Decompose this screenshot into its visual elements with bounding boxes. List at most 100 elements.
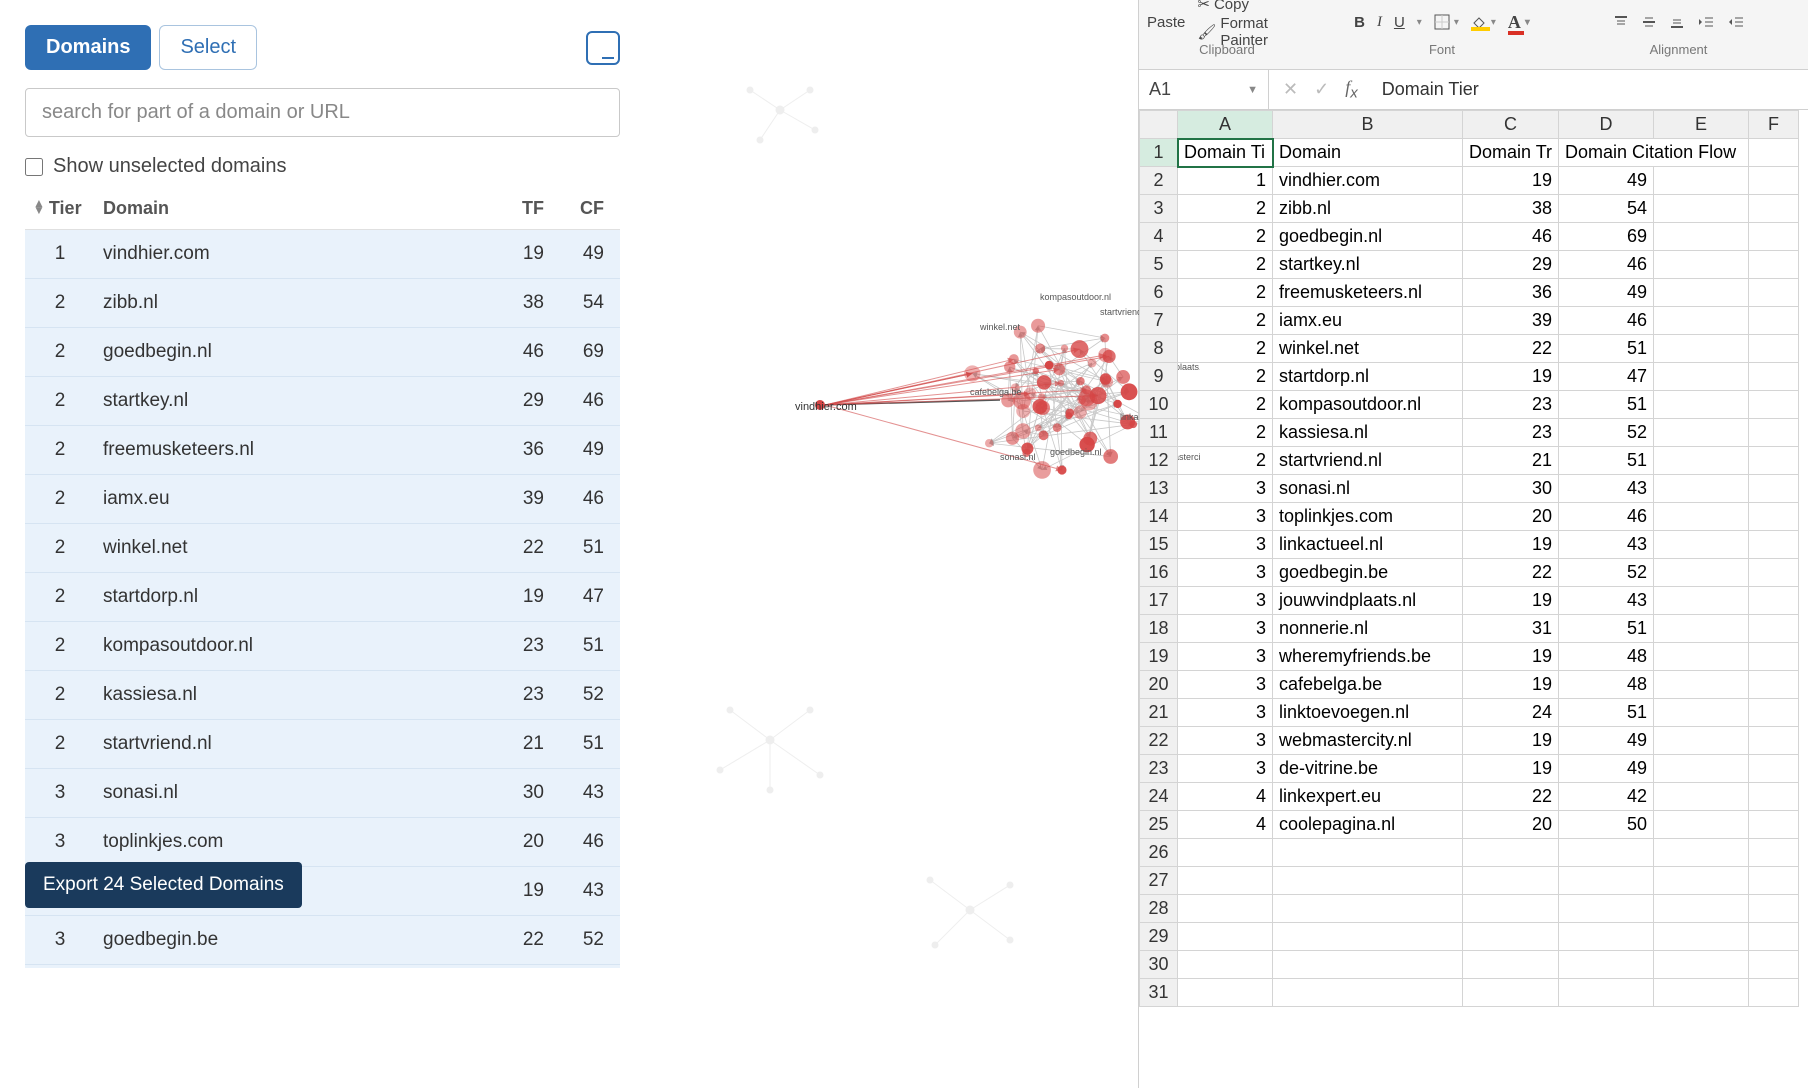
cell[interactable]: 23 bbox=[1463, 419, 1559, 447]
graph-canvas[interactable]: vindhier.com kompasoutdoor.nlstartvriend… bbox=[640, 0, 1138, 1088]
cell[interactable] bbox=[1559, 895, 1654, 923]
cell[interactable] bbox=[1654, 643, 1749, 671]
cell[interactable] bbox=[1749, 559, 1799, 587]
cell[interactable]: 2 bbox=[1178, 335, 1273, 363]
row-header[interactable]: 10 bbox=[1140, 391, 1178, 419]
cell[interactable]: Domain bbox=[1273, 139, 1463, 167]
table-row[interactable]: 3 toplinkjes.com 20 46 bbox=[25, 818, 620, 867]
row-header[interactable]: 30 bbox=[1140, 951, 1178, 979]
domain-table-scroll[interactable]: ▲▼Tier Domain TF CF 1 vindhier.com 19 49… bbox=[25, 188, 620, 968]
col-header-cf[interactable]: CF bbox=[560, 188, 620, 230]
cell[interactable]: 47 bbox=[1559, 363, 1654, 391]
row-header[interactable]: 3 bbox=[1140, 195, 1178, 223]
cell[interactable] bbox=[1273, 895, 1463, 923]
cell[interactable] bbox=[1749, 419, 1799, 447]
cell[interactable] bbox=[1654, 951, 1749, 979]
table-row[interactable]: 3 sonasi.nl 30 43 bbox=[25, 769, 620, 818]
formula-input[interactable]: Domain Tier bbox=[1372, 79, 1808, 100]
cell[interactable] bbox=[1749, 139, 1799, 167]
cell[interactable]: 43 bbox=[1559, 587, 1654, 615]
col-header-tier[interactable]: ▲▼Tier bbox=[25, 188, 95, 230]
cell[interactable] bbox=[1749, 699, 1799, 727]
row-header[interactable]: 29 bbox=[1140, 923, 1178, 951]
cell[interactable]: 46 bbox=[1559, 251, 1654, 279]
cell[interactable] bbox=[1749, 755, 1799, 783]
cell[interactable]: startvriend.nl bbox=[1273, 447, 1463, 475]
cell[interactable]: 19 bbox=[1463, 167, 1559, 195]
cell[interactable]: 42 bbox=[1559, 783, 1654, 811]
cell[interactable]: 2 bbox=[1178, 447, 1273, 475]
cell[interactable]: 3 bbox=[1178, 559, 1273, 587]
font-color-button[interactable]: A▾ bbox=[1508, 12, 1530, 33]
cell[interactable] bbox=[1654, 699, 1749, 727]
table-row[interactable]: 3 goedbegin.be 22 52 bbox=[25, 916, 620, 965]
cell[interactable] bbox=[1749, 811, 1799, 839]
cell[interactable]: webmastercity.nl bbox=[1273, 727, 1463, 755]
cell[interactable] bbox=[1654, 447, 1749, 475]
cell[interactable] bbox=[1463, 867, 1559, 895]
cell[interactable] bbox=[1559, 923, 1654, 951]
cell[interactable] bbox=[1463, 923, 1559, 951]
cell[interactable]: iamx.eu bbox=[1273, 307, 1463, 335]
cell[interactable]: 24 bbox=[1463, 699, 1559, 727]
cell[interactable] bbox=[1749, 867, 1799, 895]
italic-button[interactable]: I bbox=[1377, 14, 1382, 31]
cell[interactable]: 20 bbox=[1463, 503, 1559, 531]
dropdown-icon[interactable]: ▼ bbox=[1247, 84, 1258, 96]
bold-button[interactable]: B bbox=[1354, 14, 1365, 31]
cell[interactable] bbox=[1749, 503, 1799, 531]
cell[interactable]: de-vitrine.be bbox=[1273, 755, 1463, 783]
cell[interactable] bbox=[1654, 167, 1749, 195]
cell[interactable]: 22 bbox=[1463, 559, 1559, 587]
cell[interactable]: jouwvindplaats.nl bbox=[1273, 587, 1463, 615]
cell[interactable]: 51 bbox=[1559, 335, 1654, 363]
cell[interactable]: 50 bbox=[1559, 811, 1654, 839]
network-graph[interactable]: vindhier.com kompasoutdoor.nlstartvriend… bbox=[770, 260, 1200, 540]
cell[interactable] bbox=[1654, 923, 1749, 951]
cell[interactable] bbox=[1178, 923, 1273, 951]
cell[interactable] bbox=[1273, 923, 1463, 951]
cell[interactable]: 19 bbox=[1463, 363, 1559, 391]
cell[interactable] bbox=[1749, 223, 1799, 251]
cell[interactable]: 21 bbox=[1463, 447, 1559, 475]
cell[interactable]: 52 bbox=[1559, 419, 1654, 447]
table-row[interactable]: 2 startkey.nl 29 46 bbox=[25, 377, 620, 426]
cell[interactable] bbox=[1654, 251, 1749, 279]
show-unselected-checkbox[interactable]: Show unselected domains bbox=[25, 155, 620, 178]
table-row[interactable]: 2 kassiesa.nl 23 52 bbox=[25, 671, 620, 720]
cell[interactable] bbox=[1654, 895, 1749, 923]
cell[interactable]: coolepagina.nl bbox=[1273, 811, 1463, 839]
table-row[interactable]: 2 iamx.eu 39 46 bbox=[25, 475, 620, 524]
row-header[interactable]: 5 bbox=[1140, 251, 1178, 279]
row-header[interactable]: 16 bbox=[1140, 559, 1178, 587]
cell[interactable] bbox=[1654, 587, 1749, 615]
cell[interactable]: 3 bbox=[1178, 727, 1273, 755]
cell[interactable] bbox=[1654, 335, 1749, 363]
table-row[interactable]: 2 startdorp.nl 19 47 bbox=[25, 573, 620, 622]
cell[interactable] bbox=[1654, 755, 1749, 783]
cell[interactable] bbox=[1654, 615, 1749, 643]
cell[interactable] bbox=[1749, 895, 1799, 923]
cell[interactable] bbox=[1654, 559, 1749, 587]
row-header[interactable]: 31 bbox=[1140, 979, 1178, 1007]
cell[interactable] bbox=[1749, 923, 1799, 951]
cell[interactable] bbox=[1749, 335, 1799, 363]
cell[interactable]: freemusketeers.nl bbox=[1273, 279, 1463, 307]
cell[interactable]: 30 bbox=[1463, 475, 1559, 503]
cell[interactable]: 49 bbox=[1559, 167, 1654, 195]
cell[interactable]: 51 bbox=[1559, 391, 1654, 419]
show-unselected-checkbox-input[interactable] bbox=[25, 158, 43, 176]
row-header[interactable]: 15 bbox=[1140, 531, 1178, 559]
cell[interactable] bbox=[1654, 531, 1749, 559]
cell[interactable] bbox=[1654, 979, 1749, 1007]
cell[interactable] bbox=[1178, 951, 1273, 979]
cell[interactable]: 3 bbox=[1178, 643, 1273, 671]
cell[interactable]: 38 bbox=[1463, 195, 1559, 223]
cell[interactable]: 51 bbox=[1559, 447, 1654, 475]
cell[interactable]: goedbegin.nl bbox=[1273, 223, 1463, 251]
cell[interactable]: 49 bbox=[1559, 279, 1654, 307]
copy-button[interactable]: ✂Copy bbox=[1197, 0, 1307, 13]
accept-formula-icon[interactable]: ✓ bbox=[1314, 79, 1329, 100]
cell[interactable] bbox=[1749, 167, 1799, 195]
cell[interactable] bbox=[1559, 839, 1654, 867]
